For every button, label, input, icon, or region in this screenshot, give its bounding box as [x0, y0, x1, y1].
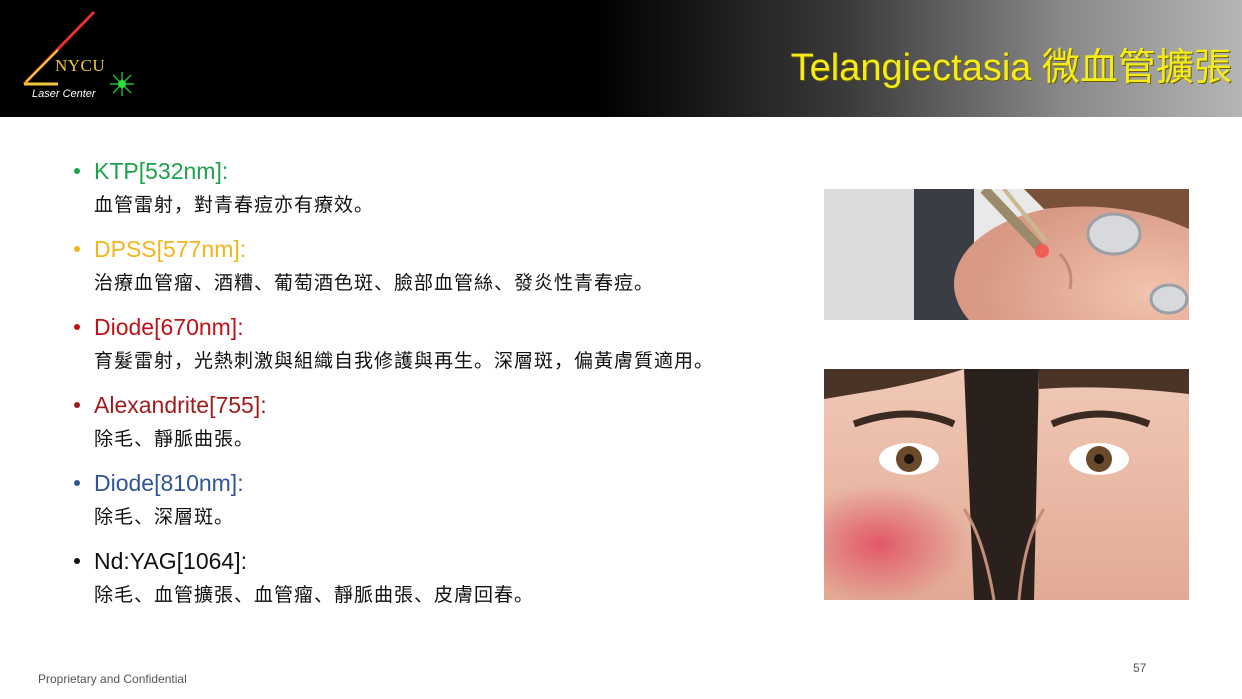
laser-item-heading: Diode[810nm]:: [72, 470, 832, 496]
laser-description: 除毛、深層斑。: [94, 506, 235, 528]
laser-item: Nd:YAG[1064]: 除毛、血管擴張、血管瘤、靜脈曲張、皮膚回春。: [72, 548, 832, 606]
laser-name: Nd:YAG[1064]:: [94, 548, 247, 574]
laser-name: KTP[532nm]:: [94, 158, 229, 184]
nycu-logo: NYCU Laser Center: [14, 8, 144, 108]
laser-description: 治療血管瘤、酒糟、葡萄酒色斑、臉部血管絲、發炎性青春痘。: [94, 272, 655, 294]
bullet-icon: [74, 246, 80, 252]
laser-item-heading: Nd:YAG[1064]:: [72, 548, 832, 574]
bullet-icon: [74, 324, 80, 330]
bullet-icon: [74, 168, 80, 174]
laser-name: Diode[670nm]:: [94, 314, 244, 340]
laser-item-heading: Diode[670nm]:: [72, 314, 832, 340]
laser-item-heading: Alexandrite[755]:: [72, 392, 832, 418]
slide-header: NYCU Laser Center Telangiectasia 微血管擴張: [0, 0, 1242, 117]
laser-item-heading: DPSS[577nm]:: [72, 236, 832, 262]
logo-subtitle: Laser Center: [32, 88, 96, 100]
bullet-icon: [74, 402, 80, 408]
page-number: 57: [1133, 661, 1147, 675]
laser-description: 除毛、靜脈曲張。: [94, 428, 255, 450]
laser-item: Diode[810nm]: 除毛、深層斑。: [72, 470, 832, 528]
laser-name: Alexandrite[755]:: [94, 392, 267, 418]
laser-item: Diode[670nm]: 育髮雷射，光熱刺激與組織自我修護與再生。深層斑，偏黃膚…: [72, 314, 832, 372]
bullet-icon: [74, 480, 80, 486]
laser-name: Diode[810nm]:: [94, 470, 244, 496]
laser-treatment-photo-icon: [824, 189, 1189, 320]
laser-name: DPSS[577nm]:: [94, 236, 247, 262]
face-before-after-photo: [824, 369, 1189, 600]
confidential-footer: Proprietary and Confidential: [38, 672, 187, 686]
slide-title: Telangiectasia 微血管擴張: [790, 47, 1232, 89]
laser-description: 育髮雷射，光熱刺激與組織自我修護與再生。深層斑，偏黃膚質適用。: [94, 350, 715, 372]
laser-description: 除毛、血管擴張、血管瘤、靜脈曲張、皮膚回春。: [94, 584, 535, 606]
laser-item-heading: KTP[532nm]:: [72, 158, 832, 184]
laser-item: KTP[532nm]: 血管雷射，對青春痘亦有療效。: [72, 158, 832, 216]
face-before-after-photo-icon: [824, 369, 1189, 600]
bullet-icon: [74, 558, 80, 564]
laser-treatment-photo: [824, 189, 1189, 320]
laser-item: DPSS[577nm]: 治療血管瘤、酒糟、葡萄酒色斑、臉部血管絲、發炎性青春痘。: [72, 236, 832, 294]
laser-item: Alexandrite[755]: 除毛、靜脈曲張。: [72, 392, 832, 450]
laser-list: KTP[532nm]: 血管雷射，對青春痘亦有療效。 DPSS[577nm]: 治療血…: [72, 158, 832, 626]
logo-text: NYCU: [55, 56, 106, 75]
laser-description: 血管雷射，對青春痘亦有療效。: [94, 194, 375, 216]
